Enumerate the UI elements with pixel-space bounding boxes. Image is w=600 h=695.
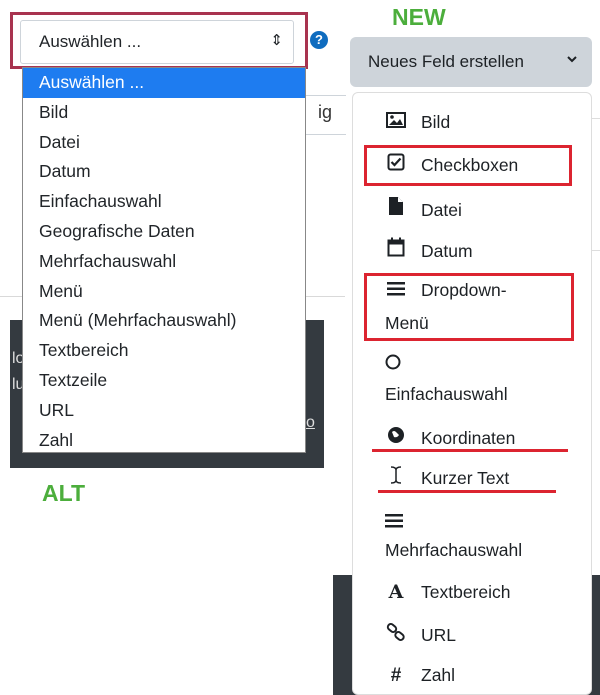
calendar-icon	[385, 237, 407, 262]
font-icon: A	[388, 581, 404, 603]
highlight-box-checkboxen	[364, 145, 572, 186]
globe-icon	[385, 426, 407, 449]
option-bild[interactable]: Bild	[23, 98, 305, 128]
image-icon	[385, 112, 407, 133]
help-icon[interactable]: ?	[310, 31, 328, 49]
background-link: o	[306, 414, 315, 431]
menu-item-label: Koordinaten	[421, 428, 516, 448]
menu-item-bild[interactable]: Bild	[385, 112, 450, 133]
menu-item-label: Kurzer Text	[421, 468, 510, 488]
background-input-text: ig	[318, 102, 333, 122]
create-field-button[interactable]: Neues Feld erstellen	[350, 37, 592, 87]
option-auswaehlen[interactable]: Auswählen ...	[23, 68, 305, 98]
menu-item-label: Datei	[421, 200, 462, 220]
option-zahl[interactable]: Zahl	[23, 426, 305, 456]
menu-item-einfachauswahl[interactable]: Einfachauswahl	[385, 384, 508, 405]
option-datei[interactable]: Datei	[23, 128, 305, 158]
option-datum[interactable]: Datum	[23, 157, 305, 187]
text-cursor-icon	[385, 466, 407, 489]
option-menue-mehrfachauswahl[interactable]: Menü (Mehrfachauswahl)	[23, 306, 305, 336]
menu-item-datei[interactable]: Datei	[385, 196, 462, 221]
menu-item-kurzer-text[interactable]: Kurzer Text	[385, 466, 509, 489]
option-textbereich[interactable]: Textbereich	[23, 336, 305, 366]
menu-item-label: Datum	[421, 241, 473, 261]
menu-item-textbereich[interactable]: A Textbereich	[385, 581, 511, 603]
menu-item-mehrfachauswahl[interactable]: Mehrfachauswahl	[385, 540, 522, 561]
link-icon	[385, 623, 407, 646]
option-einfachauswahl[interactable]: Einfachauswahl	[23, 187, 305, 217]
menu-item-label: URL	[421, 625, 457, 645]
highlight-underline-kurzer-text	[378, 490, 556, 493]
option-geografische-daten[interactable]: Geografische Daten	[23, 217, 305, 247]
option-menue[interactable]: Menü	[23, 277, 305, 307]
menu-item-koordinaten[interactable]: Koordinaten	[385, 426, 515, 449]
option-textzeile[interactable]: Textzeile	[23, 366, 305, 396]
create-field-label: Neues Feld erstellen	[368, 52, 524, 71]
file-icon	[385, 196, 407, 221]
menu-item-zahl[interactable]: # Zahl	[385, 665, 455, 687]
radio-circle-icon	[385, 354, 401, 375]
highlight-underline-koordinaten	[372, 449, 568, 452]
menu-item-datum[interactable]: Datum	[385, 237, 473, 262]
chevron-down-icon	[566, 53, 578, 68]
label-new: NEW	[392, 4, 446, 30]
highlight-box-dropdown	[364, 273, 574, 341]
highlight-box-old-select	[10, 12, 308, 69]
menu-lines-icon	[385, 512, 403, 533]
option-url[interactable]: URL	[23, 396, 305, 426]
menu-item-url[interactable]: URL	[385, 623, 456, 646]
option-mehrfachauswahl[interactable]: Mehrfachauswahl	[23, 247, 305, 277]
menu-item-label: Textbereich	[421, 582, 511, 602]
label-alt: ALT	[42, 480, 86, 506]
menu-item-label: Bild	[421, 112, 451, 132]
hashtag-icon: #	[390, 665, 402, 686]
select-options-list: Auswählen ... Bild Datei Datum Einfachau…	[22, 67, 306, 453]
menu-item-label: Zahl	[421, 665, 456, 685]
